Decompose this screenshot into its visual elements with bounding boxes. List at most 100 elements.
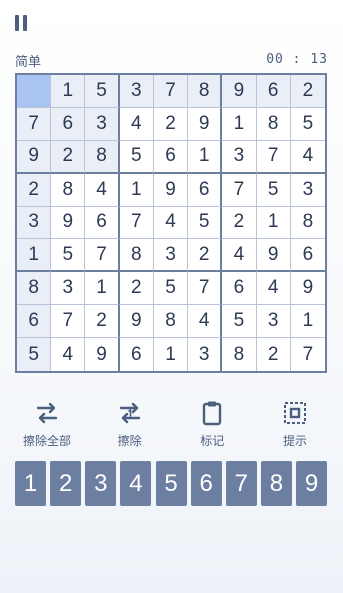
number-key-2[interactable]: 2 [50, 461, 82, 506]
sudoku-cell[interactable]: 8 [290, 207, 325, 240]
sudoku-cell[interactable]: 3 [51, 272, 86, 306]
sudoku-cell[interactable]: 4 [85, 173, 120, 207]
sudoku-cell[interactable]: 3 [256, 305, 291, 339]
sudoku-cell[interactable]: 8 [256, 107, 291, 141]
sudoku-cell[interactable]: 2 [17, 173, 52, 207]
sudoku-cell[interactable]: 8 [17, 272, 52, 306]
sudoku-cell[interactable]: 1 [290, 305, 325, 339]
sudoku-cell[interactable]: 6 [85, 206, 120, 240]
sudoku-cell[interactable]: 7 [51, 305, 86, 339]
sudoku-cell[interactable]: 2 [257, 338, 291, 371]
sudoku-cell[interactable]: 3 [153, 239, 189, 273]
sudoku-cell[interactable]: 6 [188, 173, 223, 207]
sudoku-cell[interactable]: 9 [17, 140, 52, 174]
number-pad: 123456789 [15, 461, 327, 506]
sudoku-cell[interactable]: 9 [290, 272, 325, 306]
sudoku-cell[interactable]: 2 [222, 206, 257, 240]
sudoku-cell[interactable]: 9 [222, 75, 257, 108]
sudoku-cell[interactable]: 9 [85, 338, 120, 371]
sudoku-cell[interactable]: 1 [17, 239, 52, 273]
sudoku-cell[interactable]: 3 [119, 75, 154, 108]
sudoku-cell[interactable]: 6 [290, 239, 325, 273]
sudoku-cell[interactable]: 1 [119, 173, 154, 207]
sudoku-cell[interactable]: 5 [222, 305, 257, 339]
sudoku-cell[interactable]: 1 [222, 107, 257, 141]
sudoku-cell[interactable]: 4 [290, 141, 325, 174]
number-key-6[interactable]: 6 [190, 461, 222, 506]
sudoku-cell[interactable]: 4 [256, 272, 291, 306]
sudoku-cell[interactable]: 7 [153, 75, 189, 108]
number-key-4[interactable]: 4 [120, 461, 152, 506]
pause-button[interactable] [15, 13, 35, 33]
sudoku-cell[interactable]: 3 [290, 174, 325, 207]
sudoku-cell[interactable] [17, 75, 52, 108]
sudoku-cell[interactable]: 5 [51, 239, 86, 273]
sudoku-cell[interactable]: 6 [17, 305, 52, 339]
sudoku-cell[interactable]: 9 [51, 206, 86, 240]
sudoku-cell[interactable]: 5 [256, 173, 291, 207]
sudoku-cell[interactable]: 1 [51, 75, 86, 108]
sudoku-cell[interactable]: 4 [119, 107, 154, 141]
notes-label: 标记 [200, 434, 225, 448]
sudoku-cell[interactable]: 1 [188, 140, 223, 174]
sudoku-cell[interactable]: 3 [85, 107, 120, 141]
sudoku-cell[interactable]: 6 [120, 338, 154, 371]
sudoku-cell[interactable]: 6 [51, 107, 86, 141]
number-key-8[interactable]: 8 [260, 461, 292, 506]
sudoku-cell[interactable]: 1 [154, 338, 189, 371]
sudoku-cell[interactable]: 7 [256, 140, 291, 174]
sudoku-cell[interactable]: 4 [153, 206, 189, 240]
sudoku-cell[interactable]: 7 [188, 272, 223, 306]
sudoku-cell[interactable]: 3 [222, 140, 257, 174]
sudoku-cell[interactable]: 7 [17, 107, 52, 141]
sudoku-cell[interactable]: 1 [256, 206, 291, 240]
sudoku-cell[interactable]: 5 [153, 272, 189, 306]
sudoku-cell[interactable]: 6 [222, 272, 257, 306]
sudoku-cell[interactable]: 8 [153, 305, 189, 339]
sudoku-cell[interactable]: 2 [85, 305, 120, 339]
notes-button[interactable]: 标记 [180, 398, 244, 454]
hint-label: 提示 [282, 434, 307, 448]
sudoku-cell[interactable]: 8 [119, 239, 154, 273]
sudoku-cell[interactable]: 3 [17, 206, 52, 240]
sudoku-cell[interactable]: 9 [256, 239, 291, 273]
sudoku-cell[interactable]: 9 [188, 107, 223, 141]
sudoku-cell[interactable]: 1 [85, 272, 120, 306]
sudoku-cell[interactable]: 7 [291, 338, 325, 371]
sudoku-cell[interactable]: 8 [222, 338, 257, 371]
clear-all-button[interactable]: 擦除全部 [15, 398, 79, 454]
sudoku-cell[interactable]: 9 [119, 305, 154, 339]
undo-arrows-icon [119, 402, 140, 424]
sudoku-cell[interactable]: 2 [51, 140, 86, 174]
sudoku-cell[interactable]: 7 [222, 173, 257, 207]
sudoku-cell[interactable]: 5 [17, 338, 52, 371]
number-key-9[interactable]: 9 [296, 461, 327, 506]
sudoku-cell[interactable]: 6 [256, 75, 291, 108]
number-key-5[interactable]: 5 [155, 461, 187, 506]
sudoku-board: 1537896276342918592856137428419675339674… [15, 73, 327, 373]
sudoku-cell[interactable]: 2 [290, 75, 325, 108]
sudoku-cell[interactable]: 4 [188, 305, 223, 339]
sudoku-cell[interactable]: 9 [153, 173, 189, 207]
sudoku-cell[interactable]: 5 [290, 108, 325, 141]
sudoku-cell[interactable]: 2 [153, 107, 189, 141]
sudoku-cell[interactable]: 3 [188, 338, 223, 371]
sudoku-cell[interactable]: 7 [119, 206, 154, 240]
number-key-3[interactable]: 3 [85, 461, 117, 506]
sudoku-cell[interactable]: 5 [85, 75, 120, 108]
sudoku-cell[interactable]: 2 [119, 272, 154, 306]
sudoku-cell[interactable]: 8 [85, 140, 120, 174]
sudoku-cell[interactable]: 5 [119, 140, 154, 174]
erase-button[interactable]: 擦除 [98, 398, 162, 454]
sudoku-cell[interactable]: 5 [188, 206, 223, 240]
number-key-7[interactable]: 7 [225, 461, 257, 506]
sudoku-cell[interactable]: 7 [85, 239, 120, 273]
sudoku-cell[interactable]: 4 [51, 338, 86, 371]
sudoku-cell[interactable]: 8 [188, 75, 223, 108]
sudoku-cell[interactable]: 6 [153, 140, 189, 174]
hint-button[interactable]: 提示 [263, 398, 327, 454]
number-key-1[interactable]: 1 [15, 461, 46, 506]
sudoku-cell[interactable]: 8 [51, 173, 86, 207]
sudoku-cell[interactable]: 4 [222, 239, 257, 273]
sudoku-cell[interactable]: 2 [188, 239, 223, 273]
